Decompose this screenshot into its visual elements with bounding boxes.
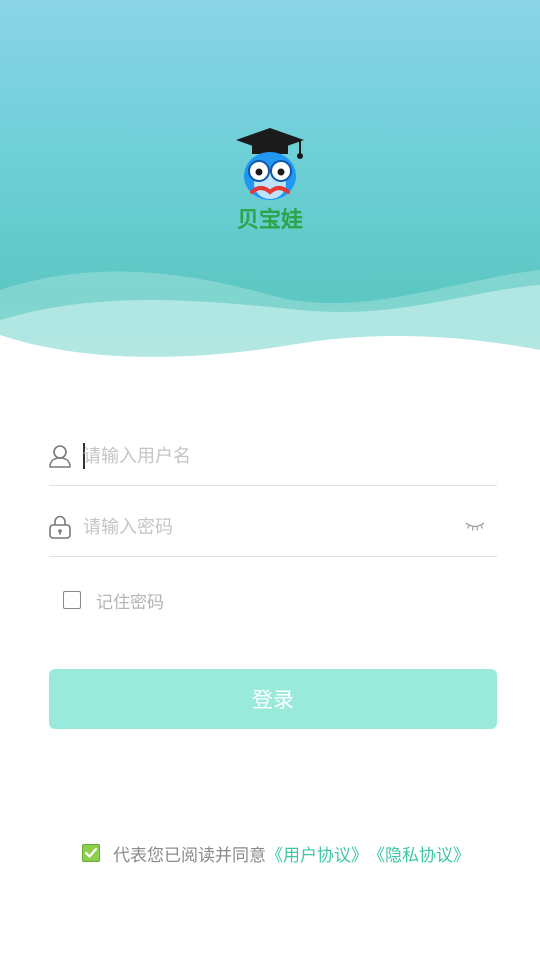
eye-closed-icon[interactable] [465,519,485,533]
user-icon [49,445,71,468]
agreement-row: 代表您已阅读并同意 《用户协议》 《隐私协议》 [82,841,470,866]
password-input[interactable] [83,507,443,547]
remember-password-label: 记住密码 [96,592,164,613]
remember-password-row[interactable]: 记住密码 [63,589,164,613]
app-logo: 贝宝娃 [228,126,312,238]
agreement-text: 代表您已阅读并同意 [113,845,266,866]
username-input[interactable] [83,436,443,476]
agreement-checkbox[interactable] [82,844,100,862]
remember-password-checkbox[interactable] [63,591,81,609]
header-banner: 贝宝娃 [0,0,540,370]
login-button[interactable]: 登录 [49,669,497,729]
lock-icon [49,515,71,539]
owl-mascot-icon [236,128,304,200]
user-agreement-link[interactable]: 《用户协议》 [266,841,368,866]
username-field[interactable] [49,430,497,486]
wave-decoration [0,270,540,370]
checkmark-icon [84,847,98,858]
privacy-agreement-link[interactable]: 《隐私协议》 [368,841,470,866]
logo-text: 贝宝娃 [236,208,303,233]
password-field[interactable] [49,501,497,557]
